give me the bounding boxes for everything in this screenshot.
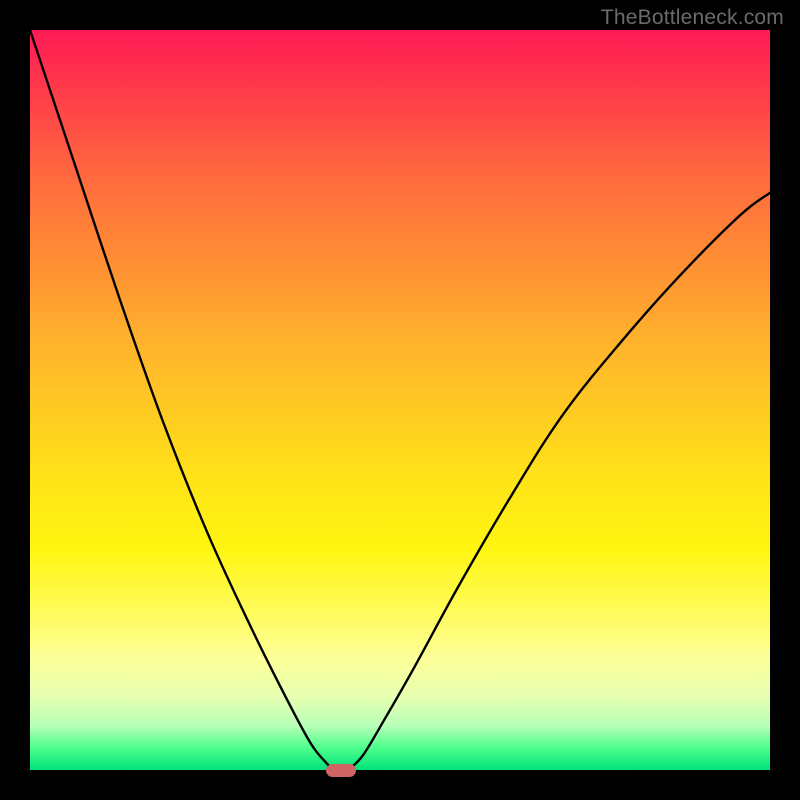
watermark-text: TheBottleneck.com	[601, 6, 784, 30]
plot-area	[30, 30, 770, 770]
minimum-marker	[326, 764, 356, 777]
curve-right-branch	[348, 193, 770, 770]
chart-frame: TheBottleneck.com	[0, 0, 800, 800]
curve-left-branch	[30, 30, 333, 770]
curve-layer	[30, 30, 770, 770]
